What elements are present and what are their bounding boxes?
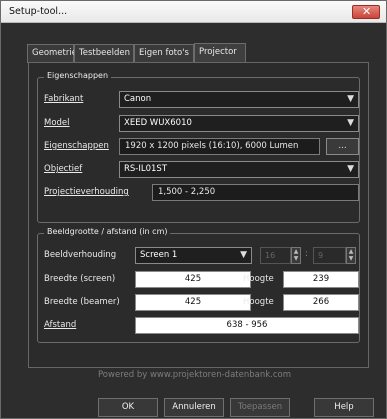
help-button[interactable]: Help [314,398,374,417]
projector-panel: Eigenschappen Fabrikant Canon ▼ Model XE… [28,62,369,368]
properties-group: Eigenschappen Fabrikant Canon ▼ Model XE… [37,71,360,223]
distance-input[interactable]: 638 - 956 [135,317,359,334]
width-screen-input[interactable]: 425 [135,271,251,288]
model-select[interactable]: XEED WUX6010 ▼ [119,115,359,132]
tab-geometrie[interactable]: Geometrie [27,44,77,63]
distance-label: Afstand [44,320,77,330]
aspect-value: Screen 1 [140,250,178,260]
width-beamer-input[interactable]: 425 [135,294,251,311]
apply-button[interactable]: Toepassen [230,398,290,417]
throw-ratio-field: 1,500 - 2,250 [152,184,359,201]
chevron-down-icon: ▼ [347,94,354,104]
height-beamer-label: Hoogte [243,297,274,307]
powered-by-link[interactable]: Powered by www.projektoren-datenbank.com [1,370,387,380]
lens-value: RS-IL01ST [124,164,168,174]
tab-projector[interactable]: Projector [194,43,246,64]
image-size-group-title: Beeldgrootte / afstand (in cm) [44,227,171,236]
model-label: Model [44,118,70,128]
height-beamer-input[interactable]: 266 [283,294,359,311]
manufacturer-label: Fabrikant [44,94,84,104]
height-screen-label: Hoogte [243,274,274,284]
specs-label: Eigenschappen [44,141,109,151]
spin-arrows-icon: ▲ ▼ [291,247,301,264]
image-size-group: Beeldgrootte / afstand (in cm) Beeldverh… [37,227,360,343]
ok-button[interactable]: OK [98,398,158,417]
height-screen-input[interactable]: 239 [283,271,359,288]
aspect-height-spinner: 9 [313,247,346,264]
aspect-width-spinner: 16 [260,247,291,264]
spin-arrows-icon: ▲ ▼ [346,247,356,264]
model-value: XEED WUX6010 [124,118,192,128]
properties-group-title: Eigenschappen [44,71,112,80]
title-bar[interactable]: Setup-tool... ✕ [1,1,386,23]
specs-field: 1920 x 1200 pixels (16:10), 6000 Lumen [119,138,320,155]
specs-details-button[interactable]: ... [326,138,359,155]
width-screen-label: Breedte (screen) [44,274,116,284]
tab-testbeelden[interactable]: Testbeelden [74,44,134,63]
window-title: Setup-tool... [9,6,68,17]
manufacturer-select[interactable]: Canon ▼ [119,91,359,108]
chevron-down-icon: ▼ [240,250,247,260]
setup-dialog: Setup-tool... ✕ Geometrie Testbeelden Ei… [0,0,387,419]
aspect-select[interactable]: Screen 1 ▼ [135,247,252,264]
lens-label: Objectief [44,164,83,174]
chevron-down-icon: ▼ [347,164,354,174]
close-icon: ✕ [362,5,372,18]
aspect-separator: : [305,249,308,259]
tab-eigen-fotos[interactable]: Eigen foto's [134,44,194,63]
manufacturer-value: Canon [124,94,152,104]
close-button[interactable]: ✕ [352,5,380,19]
aspect-label: Beeldverhouding [44,250,117,260]
lens-select[interactable]: RS-IL01ST ▼ [119,161,359,178]
cancel-button[interactable]: Annuleren [164,398,224,417]
chevron-down-icon: ▼ [347,118,354,128]
throw-ratio-label: Projectieverhouding [44,187,129,197]
width-beamer-label: Breedte (beamer) [44,297,120,307]
